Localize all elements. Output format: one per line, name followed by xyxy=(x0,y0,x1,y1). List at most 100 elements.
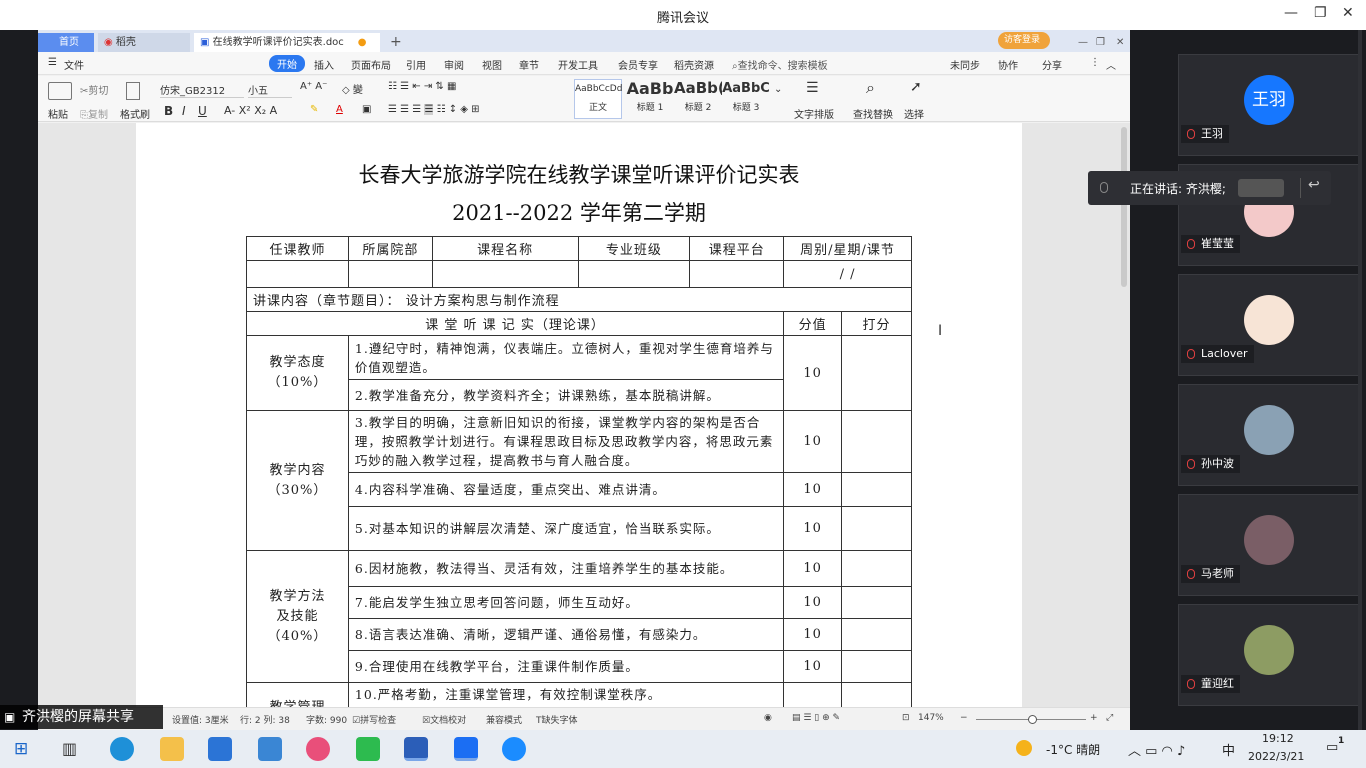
copy-button[interactable]: ⎘复制 xyxy=(80,106,108,121)
grade-cell[interactable] xyxy=(841,586,912,619)
value-cell[interactable] xyxy=(431,260,579,288)
cut-button[interactable]: ✂剪切 xyxy=(80,82,108,97)
view-mode-icons[interactable]: ▤ ☰ ▯ ⊕ ✎ xyxy=(792,713,840,723)
browser-icon[interactable] xyxy=(306,737,330,761)
grade-cell[interactable] xyxy=(841,410,912,473)
bold-button[interactable]: B xyxy=(164,104,173,118)
value-cell[interactable] xyxy=(689,260,785,288)
tencent-meeting-icon[interactable] xyxy=(454,737,478,761)
zoom-out-icon[interactable]: − xyxy=(960,713,968,723)
paste-icon[interactable] xyxy=(48,82,72,100)
text-layout-button[interactable]: 文字排版 xyxy=(794,106,834,121)
participant-card[interactable]: 马老师 xyxy=(1178,494,1360,596)
style-heading1[interactable]: AaBb 标题 1 xyxy=(626,79,674,119)
grade-cell[interactable] xyxy=(841,335,912,411)
highlight-icon[interactable]: ✎ xyxy=(310,104,318,115)
tab-chapter[interactable]: 章节 xyxy=(519,57,539,72)
find-icon[interactable]: ⌕ xyxy=(866,78,875,98)
value-cell[interactable] xyxy=(246,260,349,288)
zoom-in-icon[interactable]: + xyxy=(1090,713,1098,723)
sync-status[interactable]: 未同步 xyxy=(950,57,980,72)
clock-date[interactable]: 2022/3/21 xyxy=(1248,750,1304,763)
status-spell[interactable]: ☑拼写检查 xyxy=(352,713,396,726)
font-color-button[interactable]: A xyxy=(336,104,343,115)
participant-card[interactable]: Laclover xyxy=(1178,274,1360,376)
superscript-button[interactable]: A- X² X₂ A xyxy=(224,104,277,117)
clock-time[interactable]: 19:12 xyxy=(1262,732,1294,745)
word-icon[interactable] xyxy=(404,737,428,761)
char-border-icon[interactable]: ▣ xyxy=(362,104,371,115)
font-family-select[interactable]: 仿宋_GB2312 xyxy=(160,82,244,98)
eye-protect-icon[interactable]: ◉ xyxy=(764,713,772,723)
notification-icon[interactable]: ▭ xyxy=(1326,740,1338,755)
grade-cell[interactable] xyxy=(841,506,912,551)
login-button[interactable]: 访客登录 xyxy=(998,32,1050,49)
align-icons[interactable]: ☰ ☰ ☰ ☰ ☷ ↕ ◈ ⊞ xyxy=(388,104,480,115)
wechat-icon[interactable] xyxy=(356,737,380,761)
clear-format-icon[interactable]: ◇ 變 xyxy=(342,81,363,96)
fullscreen-icon[interactable]: ⤢ xyxy=(1106,713,1113,723)
paste-button[interactable]: 粘贴 xyxy=(48,106,68,121)
grade-cell[interactable] xyxy=(841,618,912,651)
task-view-icon[interactable]: ▥ xyxy=(62,739,77,758)
style-normal[interactable]: AaBbCcDd 正文 xyxy=(574,79,622,119)
fit-page-icon[interactable]: ⊡ xyxy=(902,713,910,723)
share-button[interactable]: 分享 xyxy=(1042,57,1062,72)
command-search[interactable]: ⌕查找命令、搜索模板 xyxy=(732,57,828,72)
status-proof[interactable]: ☒文档校对 xyxy=(422,713,466,726)
select-button[interactable]: 选择 xyxy=(904,106,924,121)
format-painter-icon[interactable] xyxy=(126,82,140,100)
minimize-icon[interactable]: — xyxy=(1284,5,1298,21)
tab-document[interactable]: ▣ 在线教学听课评价记实表.doc ● xyxy=(194,33,380,52)
style-heading3[interactable]: AaBbC 标题 3 xyxy=(722,79,770,119)
participant-card[interactable]: 童迎红 xyxy=(1178,604,1360,706)
tab-developer[interactable]: 开发工具 xyxy=(558,57,598,72)
text-layout-icon[interactable]: ☰ xyxy=(806,80,819,96)
restore-icon[interactable]: ❐ xyxy=(1314,5,1327,21)
collab-button[interactable]: 协作 xyxy=(998,57,1018,72)
mail-icon[interactable] xyxy=(258,737,282,761)
new-tab-button[interactable]: + xyxy=(384,33,404,52)
list-icons[interactable]: ☷ ☰ ⇤ ⇥ ⇅ ▦ xyxy=(388,81,456,92)
panel-scrollbar[interactable] xyxy=(1358,30,1362,730)
wps-minimize-icon[interactable]: — xyxy=(1072,33,1088,52)
font-size-select[interactable]: 小五 xyxy=(248,82,292,98)
value-cell[interactable] xyxy=(577,260,691,288)
wps-restore-icon[interactable]: ❐ xyxy=(1090,33,1105,52)
wps-close-icon[interactable]: ✕ xyxy=(1110,33,1124,52)
collapse-ribbon-icon[interactable]: ︿ xyxy=(1106,57,1116,72)
grade-cell[interactable] xyxy=(841,682,912,707)
store-icon[interactable] xyxy=(208,737,232,761)
reply-icon[interactable]: ↩ xyxy=(1308,177,1320,193)
tab-file[interactable]: 文件 xyxy=(64,57,84,72)
vertical-scrollbar[interactable] xyxy=(1121,127,1127,287)
tab-docer-resources[interactable]: 稻壳资源 xyxy=(674,57,714,72)
document-page[interactable]: 长春大学旅游学院在线教学课堂听课评价记实表 2021--2022 学年第二学期 … xyxy=(136,123,1022,707)
file-explorer-icon[interactable] xyxy=(160,737,184,761)
grade-cell[interactable] xyxy=(841,472,912,507)
style-heading2[interactable]: AaBb( 标题 2 xyxy=(674,79,722,119)
more-icon[interactable]: ⋮ xyxy=(1090,57,1100,68)
topic-cell[interactable]: 讲课内容（章节题目）： 设计方案构思与制作流程 xyxy=(246,287,912,312)
windows-start-icon[interactable]: ⊞ xyxy=(14,739,28,759)
tab-member[interactable]: 会员专享 xyxy=(618,57,658,72)
styles-more-icon[interactable]: ⌄ xyxy=(774,84,782,95)
tab-page-layout[interactable]: 页面布局 xyxy=(351,57,391,72)
italic-button[interactable]: I xyxy=(182,104,186,118)
grade-cell[interactable] xyxy=(841,550,912,587)
grade-cell[interactable] xyxy=(841,650,912,683)
tray-icons[interactable]: ︿ ▭ ◠ ♪ xyxy=(1128,740,1185,759)
close-icon[interactable]: ✕ xyxy=(1342,5,1354,21)
grow-font-icon[interactable]: A⁺ A⁻ xyxy=(300,81,327,92)
ime-indicator[interactable]: 中 xyxy=(1222,740,1235,759)
status-missing-font[interactable]: T缺失字体 xyxy=(536,713,578,726)
accessibility-icon[interactable] xyxy=(502,737,526,761)
underline-button[interactable]: U xyxy=(198,104,207,118)
tab-view[interactable]: 视图 xyxy=(482,57,502,72)
menu-icon[interactable]: ☰ xyxy=(48,57,57,68)
date-slot[interactable]: / / xyxy=(783,260,912,288)
tab-insert[interactable]: 插入 xyxy=(314,57,334,72)
weather-text[interactable]: -1°C 晴朗 xyxy=(1046,741,1100,758)
tab-start[interactable]: 开始 xyxy=(269,55,305,72)
tab-review[interactable]: 审阅 xyxy=(444,57,464,72)
